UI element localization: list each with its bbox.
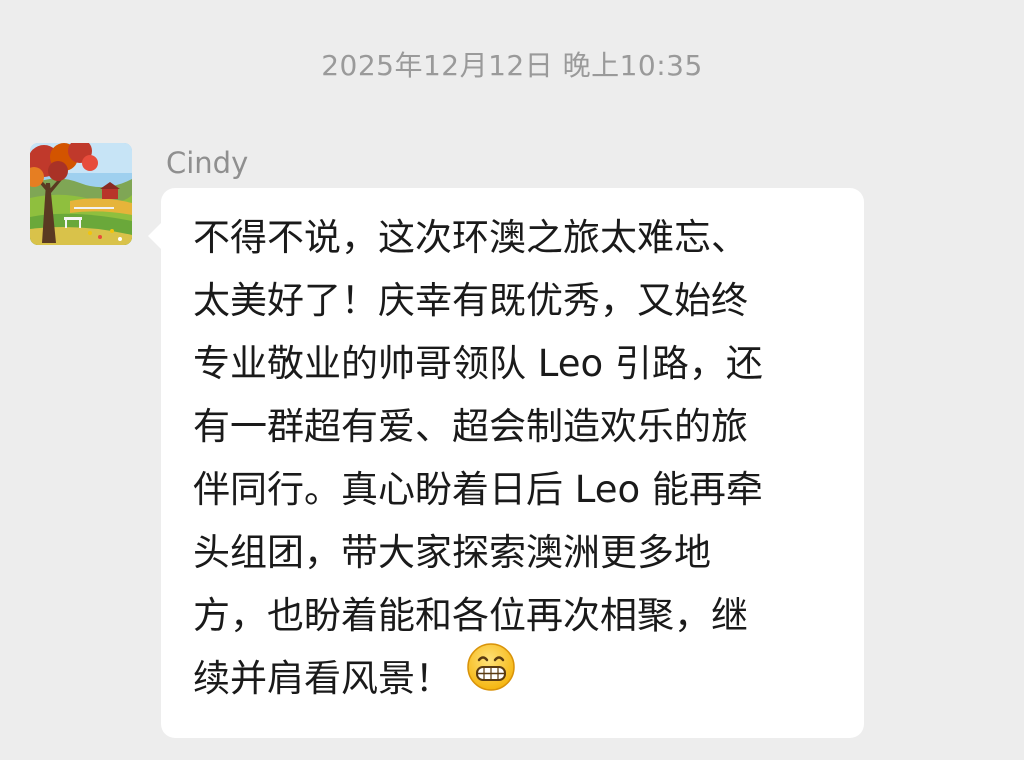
message-line: 伴同行。真心盼着日后 Leo 能再牵 bbox=[193, 468, 763, 511]
message-timestamp: 2025年12月12日 晚上10:35 bbox=[321, 49, 703, 82]
grinning-face-icon bbox=[466, 642, 516, 711]
message-line: 太美好了！庆幸有既优秀，又始终 bbox=[193, 279, 748, 322]
message-bubble[interactable]: 不得不说，这次环澳之旅太难忘、 太美好了！庆幸有既优秀，又始终 专业敬业的帅哥领… bbox=[161, 188, 864, 738]
message-line: 不得不说，这次环澳之旅太难忘、 bbox=[193, 216, 748, 259]
message-line: 专业敬业的帅哥领队 Leo 引路，还 bbox=[193, 342, 763, 385]
avatar-image bbox=[30, 143, 132, 245]
chat-view: 2025年12月12日 晚上10:35 Cindy 不得不说，这次环澳之旅太难忘… bbox=[0, 0, 1024, 760]
sender-name: Cindy bbox=[166, 146, 249, 180]
avatar[interactable] bbox=[30, 143, 132, 245]
bubble-tail bbox=[148, 222, 162, 250]
message-line-last: 续并肩看风景！ bbox=[193, 643, 834, 711]
message-line: 有一群超有爱、超会制造欢乐的旅 bbox=[193, 405, 748, 448]
message-line: 方，也盼着能和各位再次相聚，继 bbox=[193, 594, 748, 637]
message-line: 头组团，带大家探索澳洲更多地 bbox=[193, 531, 711, 574]
message-line-text: 续并肩看风景！ bbox=[193, 657, 452, 700]
